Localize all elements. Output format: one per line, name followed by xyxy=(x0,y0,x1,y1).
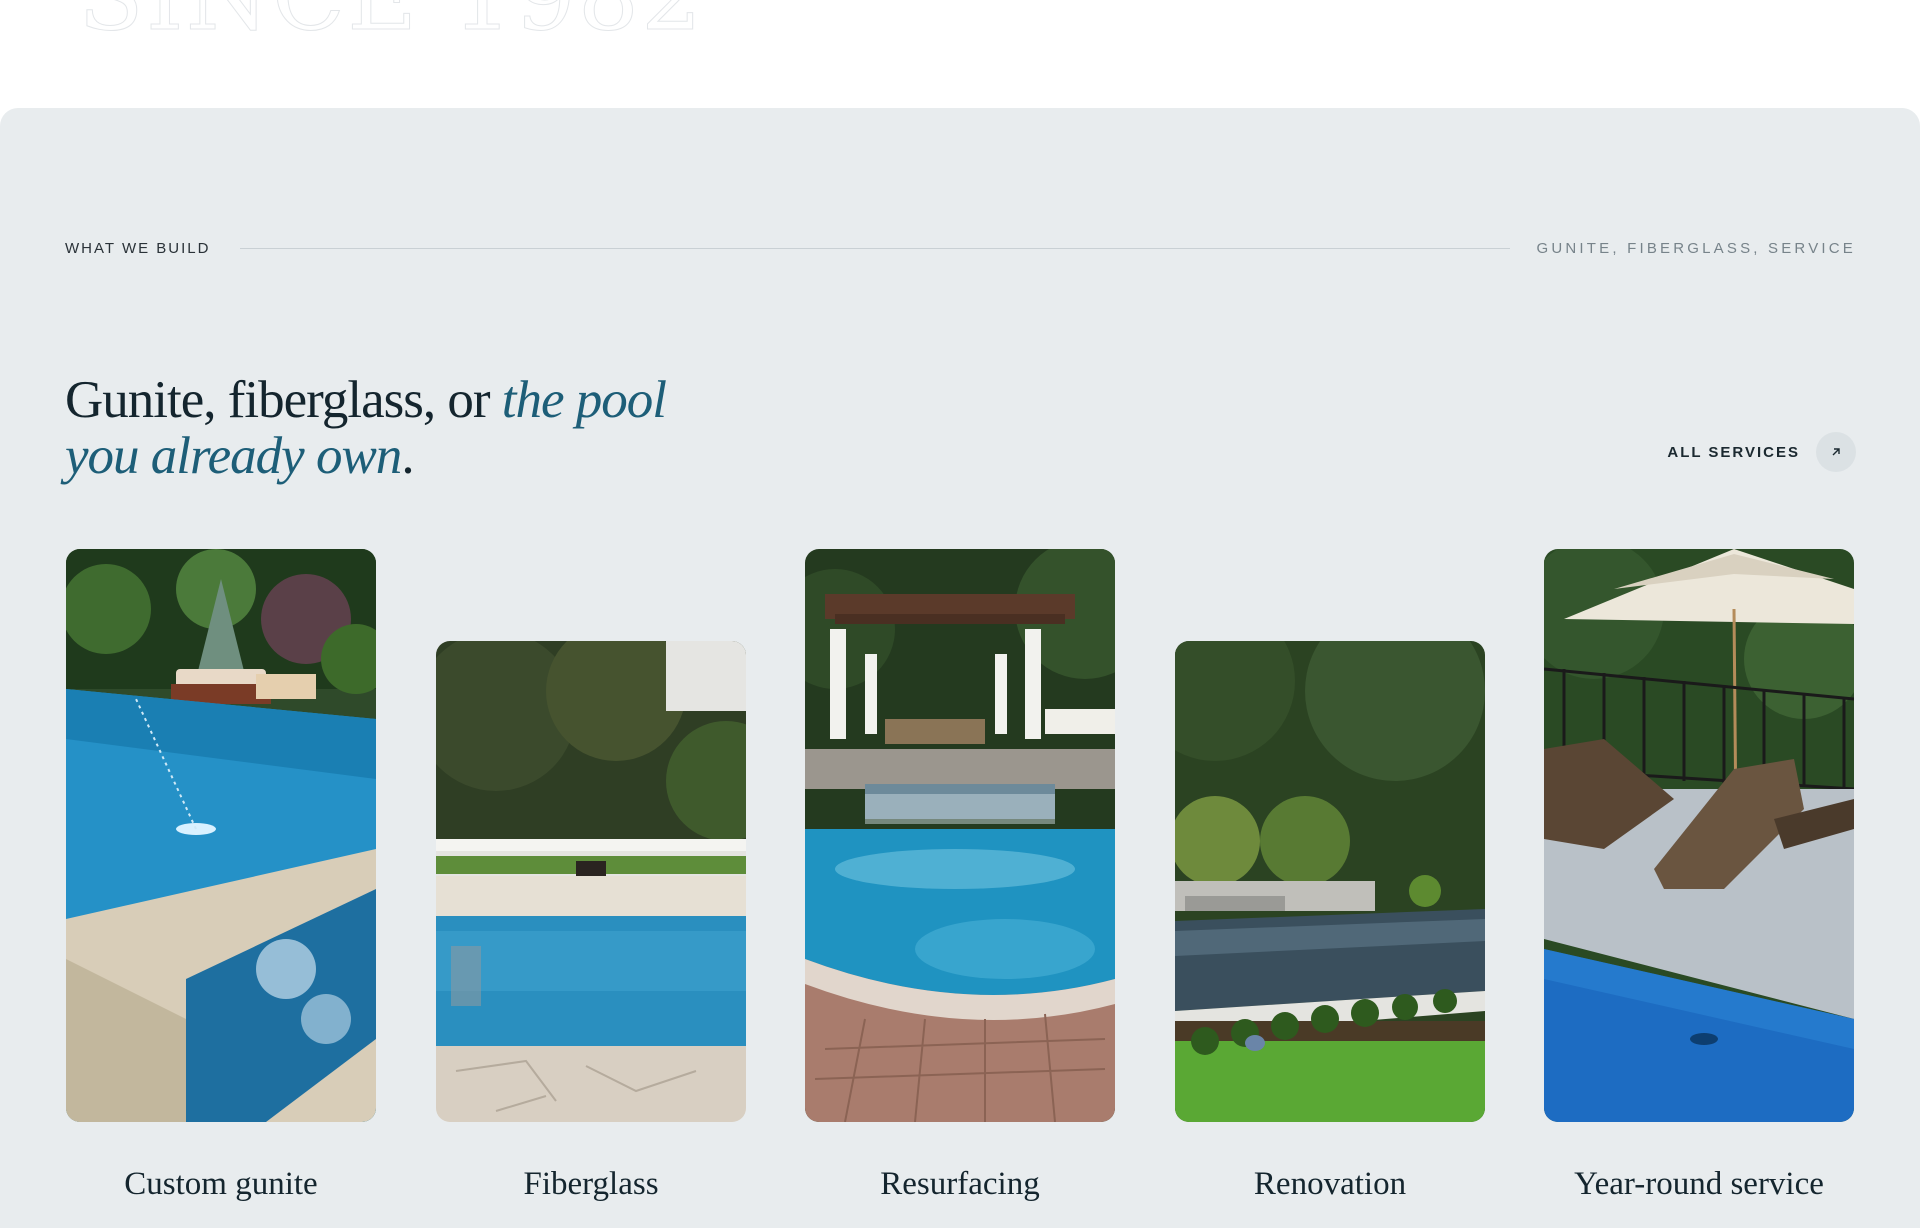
section-eyebrow: WHAT WE BUILD xyxy=(65,239,211,257)
card-title-year-round-service[interactable]: Year-round service xyxy=(1544,1166,1854,1203)
card-title-fiberglass[interactable]: Fiberglass xyxy=(436,1166,746,1203)
section-tags: GUNITE, FIBERGLASS, SERVICE xyxy=(1536,239,1856,257)
section-headline: Gunite, fiberglass, or the pool you alre… xyxy=(65,371,667,485)
all-services-label: ALL SERVICES xyxy=(1667,443,1800,461)
since-watermark: SINCE 1982 xyxy=(77,0,704,45)
headline-text: Gunite, fiberglass, or xyxy=(65,371,502,429)
card-title-custom-gunite[interactable]: Custom gunite xyxy=(66,1166,376,1203)
service-card-renovation[interactable] xyxy=(1175,641,1485,1122)
all-services-link[interactable]: ALL SERVICES xyxy=(1667,432,1856,472)
resurfacing-photo xyxy=(805,549,1115,1122)
year-round-service-photo xyxy=(1544,549,1854,1122)
renovation-photo xyxy=(1175,641,1485,1122)
service-card-resurfacing[interactable] xyxy=(805,549,1115,1122)
custom-gunite-photo xyxy=(66,549,376,1122)
headline-emphasis-2: you already own xyxy=(65,427,402,485)
fiberglass-photo xyxy=(436,641,746,1122)
service-card-year-round-service[interactable] xyxy=(1544,549,1854,1122)
section-divider xyxy=(240,248,1510,249)
headline-emphasis: the pool xyxy=(501,371,667,429)
headline-period: . xyxy=(401,427,414,485)
service-card-fiberglass[interactable] xyxy=(436,641,746,1122)
arrow-up-right-icon xyxy=(1816,432,1856,472)
service-card-custom-gunite[interactable] xyxy=(66,549,376,1122)
card-title-resurfacing[interactable]: Resurfacing xyxy=(805,1166,1115,1203)
card-title-renovation[interactable]: Renovation xyxy=(1175,1166,1485,1203)
